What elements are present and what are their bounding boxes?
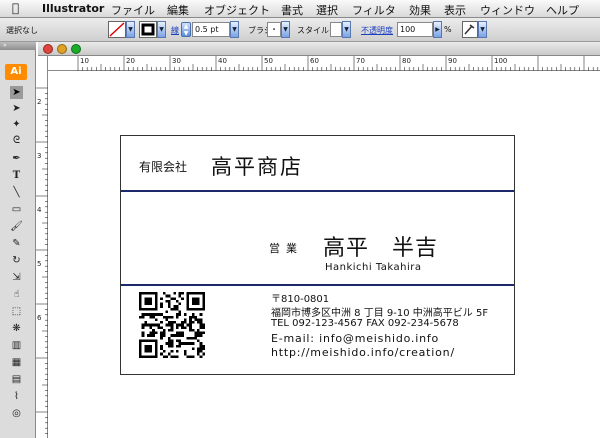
stroke-swatch[interactable] [139,21,157,38]
gradient-tool-icon[interactable]: ▤ [10,373,23,386]
zoom-window-button[interactable] [71,44,81,54]
card-divider-bottom[interactable] [121,284,514,286]
stroke-weight-dropdown[interactable]: ▼ [230,21,239,38]
fill-dropdown[interactable]: ▼ [126,21,135,38]
company-type[interactable]: 有限会社 [139,158,187,175]
line-tool-icon[interactable]: ╲ [10,186,23,199]
ruler-h-label: 50 [264,57,273,65]
job-title[interactable]: 営業 [269,240,303,256]
street-address[interactable]: 福岡市博多区中洲 8 丁目 9-10 中洲高平ビル 5F [271,304,488,319]
recolor-icon[interactable] [462,21,478,38]
opacity-percent: % [444,25,452,34]
horizontal-ruler[interactable]: 10 20 30 40 50 60 70 80 90 100 [48,56,600,71]
opacity-arrow[interactable]: ▶ [433,21,442,38]
selection-tool-icon[interactable]: ➤ [10,86,23,99]
panel-collapse-icon[interactable]: » [0,42,36,50]
blend-tool-icon[interactable]: ◎ [10,407,23,420]
magic-wand-tool-icon[interactable]: ✦ [10,118,23,131]
menu-bar:  Illustrator ファイル 編集 オブジェクト 書式 選択 フィルタ … [0,0,600,18]
postal-code[interactable]: 〒810-0801 [271,290,329,305]
pen-tool-icon[interactable]: ✒ [10,152,23,165]
person-name-romaji[interactable]: Hankichi Takahira [325,262,422,273]
opacity-field[interactable]: 100 [397,22,433,37]
ruler-h-label: 100 [494,57,508,65]
tools-panel: » Ai ➤ ➤ ✦ ᘓ ✒ T ╲ ▭ 🖌 ✎ ↻ ⇲ ☝ ⬚ ❋ ▥ ▦ ▤… [0,42,36,438]
close-window-button[interactable] [43,44,53,54]
email-address[interactable]: E-mail: info@meishido.info [271,332,439,345]
stroke-weight-stepper[interactable]: ▲ ▼ [181,22,191,37]
direct-selection-tool-icon[interactable]: ➤ [10,102,23,115]
ruler-h-label: 80 [402,57,411,65]
stroke-weight-link[interactable]: 線 [171,25,179,36]
ruler-h-label: 20 [126,57,135,65]
ruler-v-label: 6 [37,314,42,322]
selection-status: 選択なし [6,26,38,35]
style-swatch[interactable] [330,22,342,37]
stroke-dropdown[interactable]: ▼ [157,21,166,38]
column-graph-tool-icon[interactable]: ▥ [10,339,23,352]
lasso-tool-icon[interactable]: ᘓ [10,134,23,147]
ruler-h-label: 40 [218,57,227,65]
warp-tool-icon[interactable]: ☝ [10,288,23,301]
fill-swatch[interactable] [108,21,126,38]
person-name[interactable]: 高平 半吉 [323,230,438,262]
ruler-v-label: 5 [37,260,42,268]
rotate-tool-icon[interactable]: ↻ [10,254,23,267]
none-fill-icon [109,22,125,37]
menu-window[interactable]: ウィンドウ [480,2,535,18]
ruler-h-label: 60 [310,57,319,65]
document-window-titlebar [38,42,600,56]
style-dropdown[interactable]: ▼ [342,21,351,38]
menu-object[interactable]: オブジェクト [204,2,270,18]
menu-select[interactable]: 選択 [316,2,338,18]
ruler-h-label: 30 [172,57,181,65]
ruler-h-label: 70 [356,57,365,65]
free-transform-tool-icon[interactable]: ⬚ [10,305,23,318]
pencil-tool-icon[interactable]: ✎ [10,237,23,250]
stroke-weight-field[interactable]: 0.5 pt [192,22,230,37]
style-label: スタイル [297,26,329,35]
menu-edit[interactable]: 編集 [167,2,189,18]
business-card[interactable]: 有限会社 高平商店 営業 高平 半吉 Hankichi Takahira 〒81… [120,135,515,375]
paintbrush-tool-icon[interactable]: 🖌 [10,220,23,233]
scale-tool-icon[interactable]: ⇲ [10,271,23,284]
recolor-dropdown[interactable]: ▼ [478,21,487,38]
menu-effect[interactable]: 効果 [409,2,431,18]
ruler-v-label: 2 [37,98,42,106]
qr-code[interactable] [139,292,205,358]
control-bar: 選択なし ▼ ▼ 線 ▲ ▼ 0.5 pt ▼ ブラシ ・ ▼ スタイル ▼ 不透… [0,18,600,42]
menu-filter[interactable]: フィルタ [352,2,396,18]
brush-dropdown[interactable]: ▼ [281,21,290,38]
brush-field[interactable]: ・ [267,22,281,37]
phone-fax[interactable]: TEL 092-123-4567 FAX 092-234-5678 [271,318,459,329]
card-divider-top[interactable] [121,190,514,192]
ruler-h-label: 10 [80,57,89,65]
menu-view[interactable]: 表示 [444,2,466,18]
symbol-sprayer-tool-icon[interactable]: ❋ [10,322,23,335]
ruler-v-label: 4 [37,206,42,214]
opacity-link[interactable]: 不透明度 [361,25,393,36]
type-tool-icon[interactable]: T [10,169,23,182]
vertical-ruler[interactable]: 2 3 4 5 6 [36,56,48,438]
ruler-v-label: 3 [37,152,42,160]
rectangle-tool-icon[interactable]: ▭ [10,203,23,216]
website-url[interactable]: http://meishido.info/creation/ [271,346,455,359]
menu-help[interactable]: ヘルプ [546,2,579,18]
stroke-square-icon [141,23,155,36]
minimize-window-button[interactable] [57,44,67,54]
menu-file[interactable]: ファイル [111,2,155,18]
ai-logo: Ai [5,64,27,80]
apple-icon[interactable]:  [12,1,19,15]
menu-type[interactable]: 書式 [281,2,303,18]
eyedropper-tool-icon[interactable]: ⌇ [10,390,23,403]
mesh-tool-icon[interactable]: ▦ [10,356,23,369]
menu-app-name[interactable]: Illustrator [42,2,104,15]
ruler-h-label: 90 [448,57,457,65]
vertical-ruler-ticks [36,87,48,434]
company-name[interactable]: 高平商店 [211,151,303,181]
